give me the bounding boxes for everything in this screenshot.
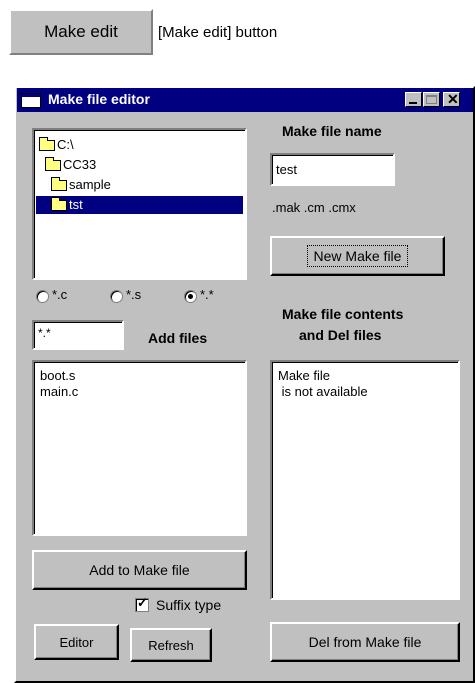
make-edit-button[interactable]: Make edit bbox=[9, 9, 153, 55]
folder-open-icon bbox=[51, 177, 67, 192]
make-file-name-value: test bbox=[276, 162, 297, 177]
make-file-name-input[interactable]: test bbox=[270, 153, 395, 186]
files-list[interactable]: boot.s main.c bbox=[32, 360, 247, 536]
radio-s[interactable] bbox=[110, 290, 123, 303]
radio-c-label: *.c bbox=[52, 287, 68, 302]
suffix-type-checkbox[interactable]: ✓ bbox=[135, 595, 149, 612]
filter-input-value: *.* bbox=[38, 326, 51, 340]
list-item[interactable]: boot.s bbox=[40, 368, 75, 384]
filter-input[interactable]: *.* bbox=[32, 320, 124, 350]
radio-all[interactable] bbox=[184, 290, 197, 303]
folder-open-icon bbox=[39, 137, 55, 152]
window-title: Make file editor bbox=[48, 91, 150, 107]
editor-button-label: Editor bbox=[59, 634, 94, 650]
add-to-make-file-button[interactable]: Add to Make file bbox=[32, 550, 247, 590]
radio-selected-dot bbox=[188, 294, 193, 299]
tree-item-label: C:\ bbox=[57, 137, 74, 152]
checkmark-icon: ✓ bbox=[137, 595, 148, 610]
tree-item-cc33[interactable]: CC33 bbox=[45, 156, 96, 174]
del-from-make-file-button[interactable]: Del from Make file bbox=[270, 622, 460, 662]
tree-item-tst[interactable]: tst bbox=[36, 196, 243, 214]
minimize-button[interactable] bbox=[405, 92, 422, 107]
minimize-icon bbox=[409, 102, 417, 104]
make-edit-button-label: Make edit bbox=[44, 22, 118, 41]
make-file-contents-list[interactable]: Make file is not available bbox=[270, 360, 460, 600]
radio-s-label: *.s bbox=[126, 287, 142, 302]
radio-all-label: *.* bbox=[200, 287, 214, 302]
tree-item-sample[interactable]: sample bbox=[51, 176, 111, 194]
tree-item-label: tst bbox=[69, 197, 83, 212]
del-files-label: and Del files bbox=[299, 327, 382, 343]
title-bar: Make file editor ✕ bbox=[17, 88, 473, 112]
suffix-type-label: Suffix type bbox=[156, 597, 222, 613]
make-file-extensions: .mak .cm .cmx bbox=[272, 200, 356, 215]
list-item: is not available bbox=[278, 384, 368, 399]
maximize-icon bbox=[426, 95, 437, 104]
folder-open-icon bbox=[51, 197, 67, 212]
add-files-label: Add files bbox=[148, 330, 208, 346]
window-icon bbox=[21, 93, 41, 108]
maximize-button[interactable] bbox=[423, 92, 440, 107]
tree-item-label: sample bbox=[69, 177, 111, 192]
make-edit-caption: [Make edit] button bbox=[158, 24, 278, 41]
add-to-make-file-label: Add to Make file bbox=[89, 562, 190, 578]
new-make-file-label: New Make file bbox=[306, 245, 409, 267]
refresh-button-label: Refresh bbox=[148, 637, 194, 653]
new-make-file-button[interactable]: New Make file bbox=[270, 236, 445, 276]
tree-item-c-drive[interactable]: C:\ bbox=[39, 136, 74, 154]
close-button[interactable]: ✕ bbox=[443, 91, 460, 107]
folder-open-icon bbox=[45, 157, 61, 172]
directory-tree[interactable]: C:\ CC33 sample tst bbox=[32, 128, 247, 280]
make-file-name-label: Make file name bbox=[282, 123, 382, 139]
tree-item-label: CC33 bbox=[63, 157, 97, 172]
radio-c[interactable] bbox=[36, 290, 49, 303]
editor-button[interactable]: Editor bbox=[34, 624, 119, 660]
del-from-make-file-label: Del from Make file bbox=[308, 634, 422, 650]
list-item[interactable]: main.c bbox=[40, 384, 78, 400]
refresh-button[interactable]: Refresh bbox=[130, 628, 212, 662]
close-icon: ✕ bbox=[447, 91, 459, 107]
list-item: Make file bbox=[278, 368, 331, 383]
make-file-contents-label: Make file contents bbox=[282, 306, 404, 322]
